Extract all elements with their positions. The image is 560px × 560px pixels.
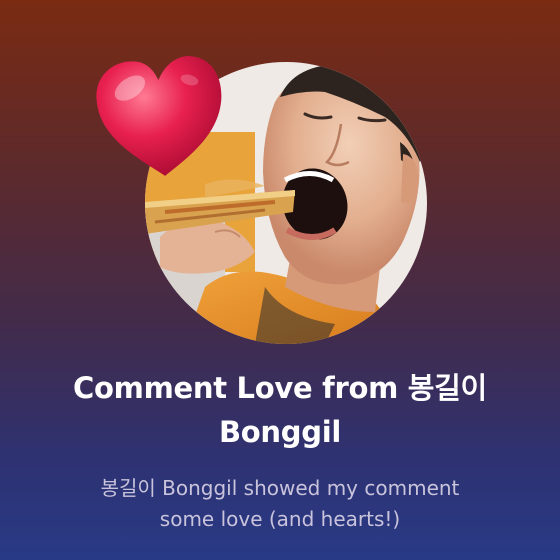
notification-description-line2: some love (and hearts!) — [159, 507, 401, 531]
notification-title: Comment Love from 봉길이 Bonggil — [20, 366, 540, 454]
notification-description: 봉길이 Bonggil showed my comment some love … — [40, 473, 520, 535]
comment-love-card: Comment Love from 봉길이 Bonggil 봉길이 Bonggi… — [0, 0, 560, 560]
notification-title-line1: Comment Love from 봉길이 — [73, 371, 487, 405]
notification-title-line2: Bonggil — [219, 415, 341, 449]
notification-description-line1: 봉길이 Bonggil showed my comment — [100, 476, 460, 500]
heart-icon — [96, 55, 222, 176]
